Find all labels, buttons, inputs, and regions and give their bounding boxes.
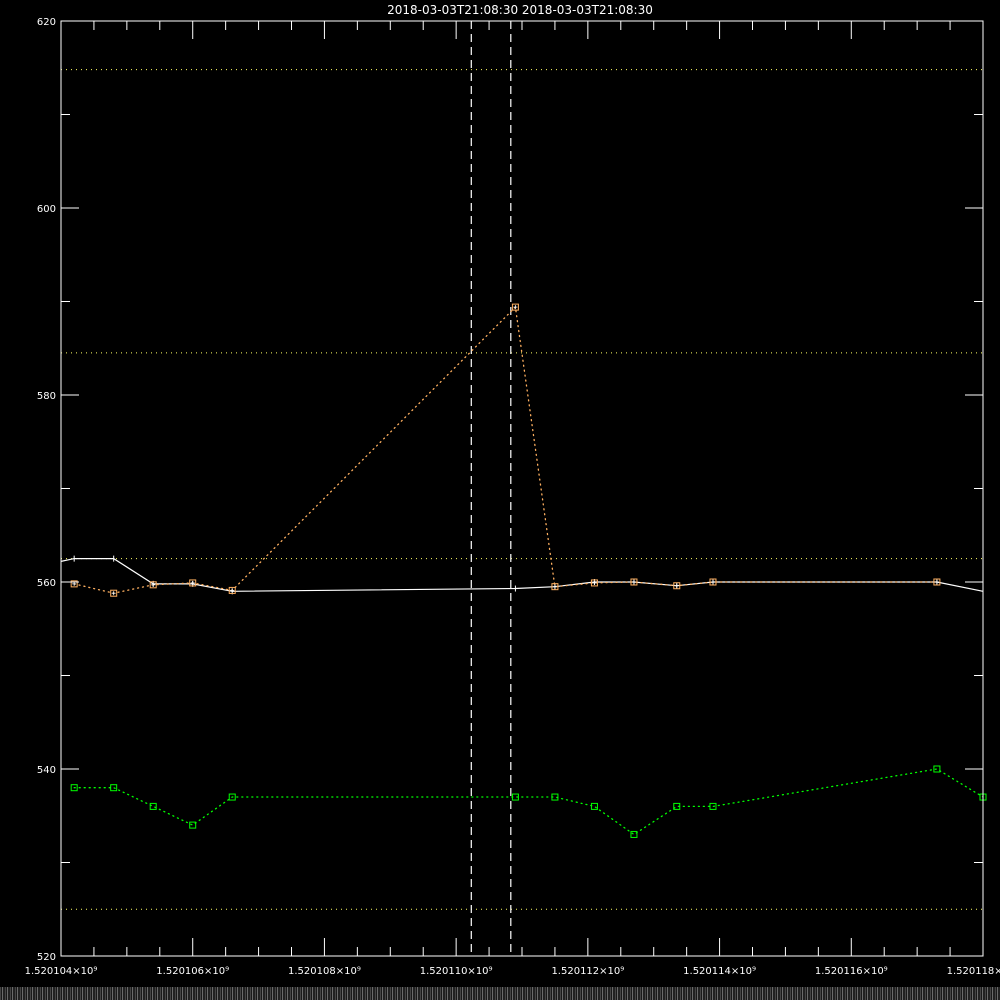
x-tick-label: 1.520112×10⁹ (551, 966, 624, 977)
bottom-noise-strip (0, 987, 1000, 1000)
x-tick-label: 1.520110×10⁹ (420, 966, 493, 977)
x-tick-label: 1.520108×10⁹ (288, 966, 361, 977)
y-tick-label: 620 (37, 17, 56, 28)
y-tick-label: 580 (37, 391, 56, 402)
y-tick-label: 520 (37, 952, 56, 963)
chart-title: 2018-03-03T21:08:30 2018-03-03T21:08:30 (387, 3, 653, 17)
chart: 2018-03-03T21:08:30 2018-03-03T21:08:30 … (0, 0, 1000, 1000)
x-tick-label: 1.520114×10⁹ (683, 966, 756, 977)
x-tick-label: 1.520116×10⁹ (815, 966, 888, 977)
x-tick-label: 1.520118×10⁹ (947, 966, 1000, 977)
x-tick-label: 1.520106×10⁹ (156, 966, 229, 977)
y-tick-label: 560 (37, 578, 56, 589)
y-tick-label: 600 (37, 204, 56, 215)
y-tick-label: 540 (37, 765, 56, 776)
x-tick-label: 1.520104×10⁹ (25, 966, 98, 977)
